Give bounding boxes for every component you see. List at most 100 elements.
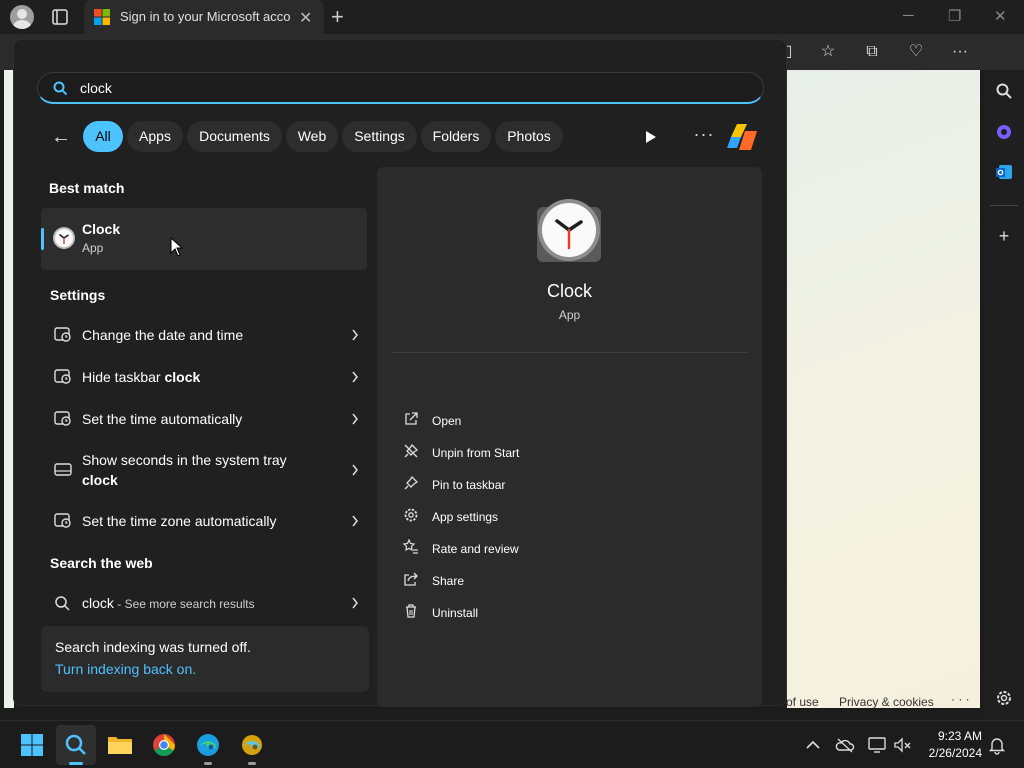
filter-all[interactable]: All (83, 121, 123, 152)
display-icon[interactable] (867, 735, 887, 755)
pin-icon (404, 475, 419, 490)
action-unpin-from-start[interactable]: Unpin from Start (403, 441, 703, 465)
edge-canary-icon (242, 735, 262, 755)
search-input[interactable] (80, 78, 740, 98)
setting-change-date-time[interactable]: Change the date and time (41, 316, 367, 354)
microsoft-rewards-icon[interactable] (727, 122, 759, 152)
close-window-icon[interactable]: ✕ (994, 7, 1007, 25)
setting-set-time-automatically[interactable]: Set the time automatically (41, 400, 367, 438)
tab-close-icon[interactable]: ✕ (299, 8, 312, 28)
setting-label: Show seconds in the system tray (82, 452, 287, 468)
settings-heading: Settings (50, 287, 106, 303)
setting-show-seconds-tray-clock[interactable]: Show seconds in the system tray clock (41, 442, 367, 498)
setting-label: Set the time automatically (82, 411, 243, 427)
clock-settings-icon (54, 327, 71, 342)
indexing-notice: Search indexing was turned off. Turn ind… (41, 626, 369, 692)
chevron-right-icon (352, 413, 358, 425)
onedrive-icon[interactable] (835, 735, 855, 755)
favorites-icon[interactable]: ☆ (818, 42, 838, 62)
tab-actions-icon[interactable] (50, 7, 70, 27)
filter-folders[interactable]: Folders (421, 121, 491, 152)
filter-web[interactable]: Web (286, 121, 338, 152)
edge-button[interactable] (188, 725, 228, 765)
tab-title: Sign in to your Microsoft account (120, 9, 290, 24)
action-open[interactable]: Open (403, 409, 703, 433)
filter-documents[interactable]: Documents (187, 121, 282, 152)
browser-essentials-icon[interactable]: ♡ (906, 42, 926, 62)
action-label: Rate and review (432, 542, 519, 556)
collections-icon[interactable]: ⧉ (862, 42, 882, 62)
open-external-icon (405, 412, 418, 425)
web-search-suffix: - See more search results (113, 597, 255, 611)
taskbar-time[interactable]: 9:23 AM (930, 729, 982, 743)
action-label: Open (432, 414, 462, 428)
taskbar: 9:23 AM 2/26/2024 (0, 720, 1024, 768)
taskbar-date[interactable]: 2/26/2024 (918, 746, 982, 760)
search-box[interactable] (37, 72, 764, 104)
setting-hide-taskbar-clock[interactable]: Hide taskbar clock (41, 358, 367, 396)
setting-label-match: clock (164, 369, 201, 385)
selection-indicator (41, 228, 44, 250)
sidebar-settings-icon[interactable] (992, 686, 1016, 710)
notification-bell-icon[interactable] (987, 735, 1007, 755)
share-icon (404, 572, 418, 586)
start-button[interactable] (12, 725, 52, 765)
result-detail-pane: Clock App Open Unpin from Start Pin to t… (377, 167, 762, 707)
detail-app-type: App (558, 308, 581, 322)
action-app-settings[interactable]: App settings (403, 505, 703, 529)
back-arrow-icon[interactable]: ← (51, 126, 73, 148)
clock-settings-icon (54, 411, 71, 426)
best-match-heading: Best match (49, 180, 125, 196)
terms-link[interactable]: of use (786, 695, 819, 709)
play-icon[interactable] (641, 128, 659, 146)
search-icon (55, 596, 70, 611)
chevron-up-icon[interactable] (803, 735, 823, 755)
running-indicator (248, 762, 256, 765)
chrome-button[interactable] (144, 725, 184, 765)
chevron-right-icon (352, 597, 358, 609)
minimize-icon[interactable]: ─ (903, 7, 914, 24)
action-pin-to-taskbar[interactable]: Pin to taskbar (403, 473, 703, 497)
search-sidebar-icon[interactable] (992, 79, 1016, 103)
outlook-icon[interactable] (992, 160, 1016, 184)
action-label: Pin to taskbar (432, 478, 506, 492)
search-web-heading: Search the web (50, 555, 153, 571)
action-uninstall[interactable]: Uninstall (403, 601, 703, 625)
taskbar-search-button[interactable] (56, 725, 96, 765)
best-match-result[interactable]: Clock App (41, 208, 367, 270)
start-search-panel: ← All Apps Documents Web Settings Folder… (13, 39, 787, 707)
edge-canary-button[interactable] (232, 725, 272, 765)
action-label: App settings (432, 510, 499, 524)
turn-indexing-on-link[interactable]: Turn indexing back on. (55, 661, 196, 677)
restore-icon[interactable]: ❐ (948, 7, 961, 25)
more-options-icon[interactable]: ··· (692, 124, 716, 148)
action-share[interactable]: Share (403, 569, 703, 593)
profile-avatar-icon[interactable] (10, 5, 34, 29)
add-sidebar-icon[interactable]: + (992, 224, 1016, 248)
search-icon (65, 734, 86, 755)
file-explorer-button[interactable] (100, 725, 140, 765)
edge-sidebar: + (984, 70, 1024, 720)
action-rate-and-review[interactable]: Rate and review (403, 537, 703, 561)
web-search-result[interactable]: clock - See more search results (41, 584, 367, 622)
page-content (787, 70, 980, 708)
filter-photos[interactable]: Photos (495, 121, 563, 152)
setting-set-time-zone-automatically[interactable]: Set the time zone automatically (41, 502, 367, 540)
detail-divider (393, 352, 749, 353)
new-tab-button[interactable]: + (331, 4, 344, 30)
volume-muted-icon[interactable] (892, 735, 912, 755)
filter-settings[interactable]: Settings (342, 121, 417, 152)
footer-more-icon[interactable]: · · · (951, 692, 970, 706)
running-indicator (204, 762, 212, 765)
web-search-term: clock (82, 595, 114, 611)
chevron-right-icon (352, 329, 358, 341)
filter-apps[interactable]: Apps (127, 121, 183, 152)
privacy-link[interactable]: Privacy & cookies (839, 695, 934, 709)
clock-settings-icon (54, 369, 71, 384)
browser-tab[interactable]: Sign in to your Microsoft account ✕ (84, 0, 324, 34)
chevron-right-icon (352, 464, 358, 476)
windows-logo-icon (21, 734, 43, 756)
chrome-icon (153, 734, 175, 756)
settings-more-icon[interactable]: ··· (950, 42, 970, 62)
copilot-sidebar-icon[interactable] (992, 120, 1016, 144)
